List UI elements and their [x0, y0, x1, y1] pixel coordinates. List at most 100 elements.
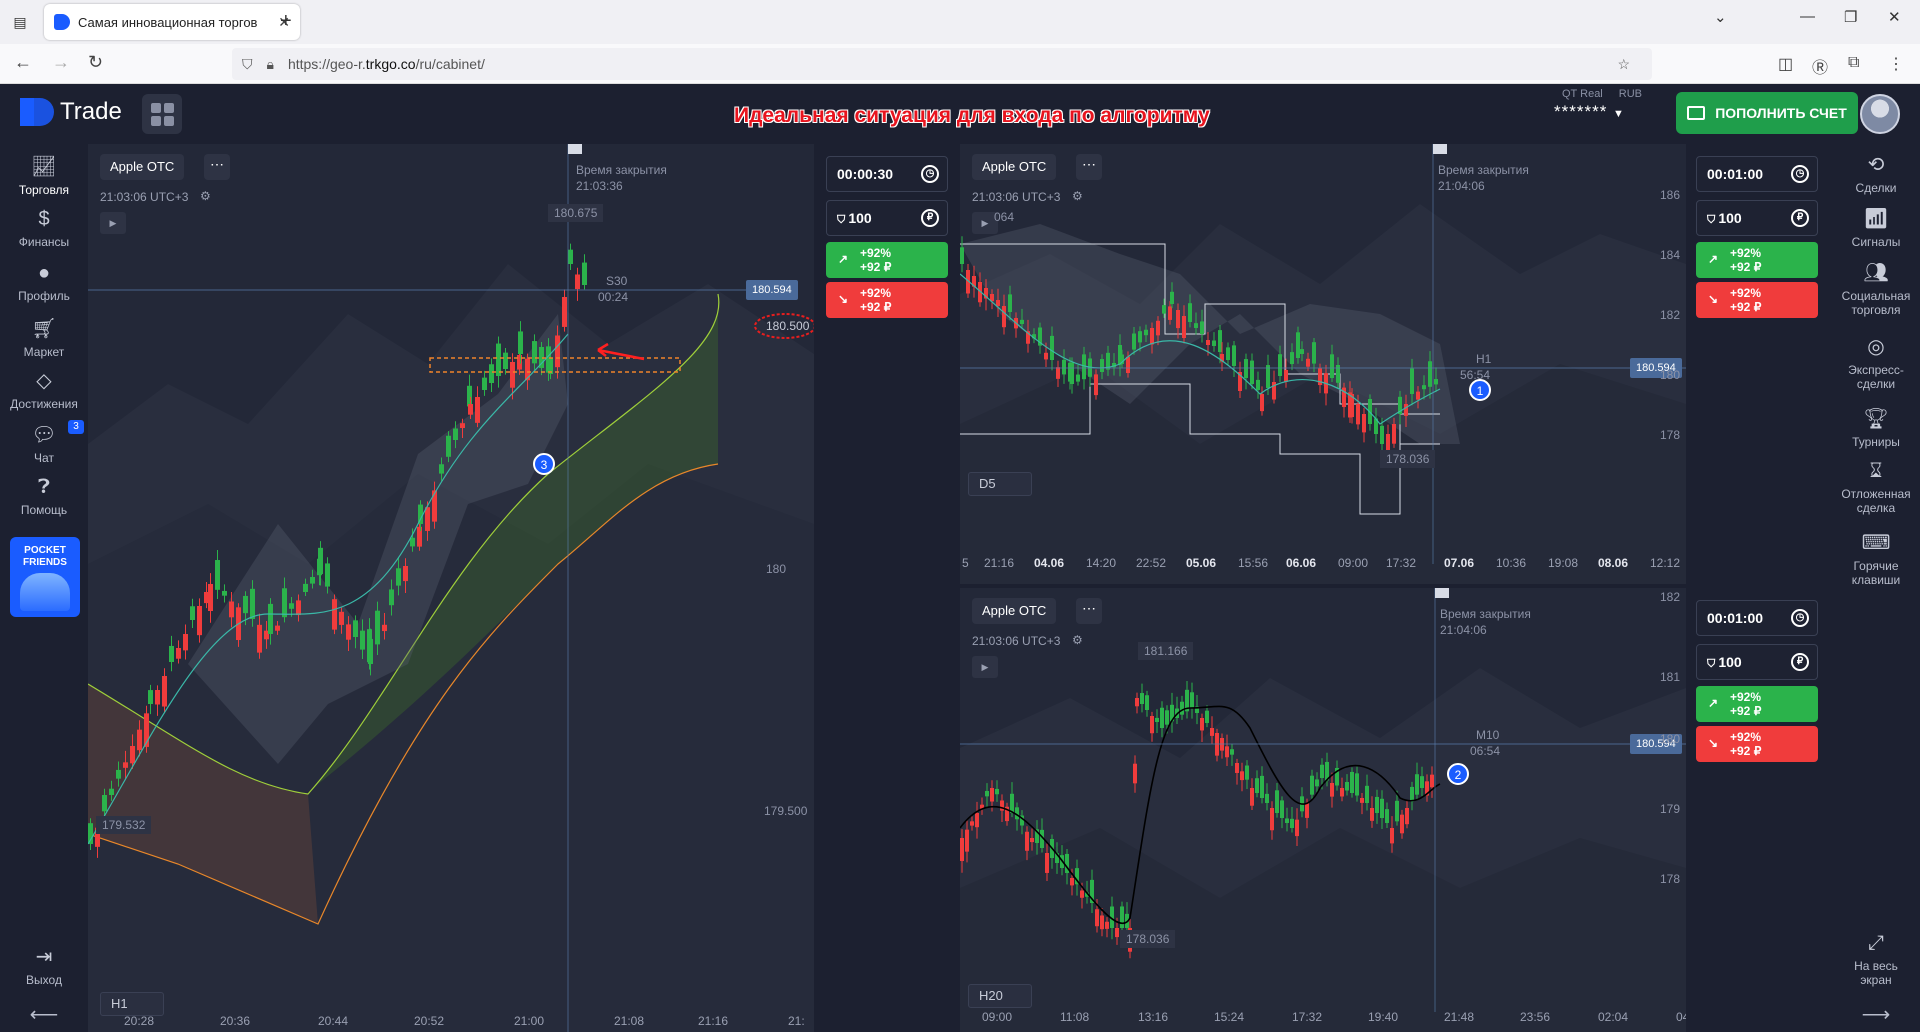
collapse-right-icon[interactable]: ⟶ [1832, 1002, 1920, 1027]
asset-select-button[interactable]: Apple OTC [972, 154, 1057, 180]
pocket-friends-promo[interactable]: POCKET FRIENDS [10, 537, 80, 617]
buy-down-button[interactable]: ↘ +92% +92 ₽ [1696, 282, 1818, 318]
amount-field[interactable]: ⛉ 100 ₽ [1696, 200, 1818, 236]
expiry-timer-field[interactable]: 00:01:00 ◷ [1696, 600, 1818, 636]
x-axis-tick: 19:08 [1548, 556, 1579, 570]
chart-panel-main[interactable]: 3 Apple OTC ⋯ 21:03:06 UTC+3 ⚙ ▶ Время закрыт… [88, 144, 814, 1032]
tab-overflow-icon[interactable]: ⌄ [1714, 8, 1727, 26]
down-payout: +92 ₽ [1730, 300, 1762, 314]
back-icon[interactable]: ← [14, 52, 32, 73]
extensions-icon[interactable]: ⧉ [1848, 54, 1859, 72]
fullscreen-button[interactable]: ⤢ На весь экран [1832, 932, 1920, 987]
url-field[interactable]: ⛉ 🔒︎ https://geo-r. trkgo.co/ru/cabinet/ … [232, 48, 1652, 80]
candle [1275, 790, 1279, 813]
buy-up-button[interactable]: ↗ +92% +92 ₽ [1696, 686, 1818, 722]
sidebar-item-profile[interactable]: ● Профиль [0, 262, 88, 303]
price-axis-tick: 182 [1660, 308, 1681, 322]
expand-toolbar-button[interactable]: ▶ [972, 656, 998, 678]
amount-field[interactable]: ⛉ 100 ₽ [1696, 644, 1818, 680]
profile-r-icon[interactable]: Ⓡ [1812, 54, 1828, 78]
candle [503, 352, 508, 369]
logo-text: Trade [60, 98, 122, 125]
candle [243, 595, 248, 614]
arrow-down-icon: ↘ [1708, 292, 1719, 306]
account-selector[interactable]: QT Real RUB ******* ▼ [1550, 88, 1650, 122]
sidebar-item-social-trading[interactable]: 👥︎ Социальная торговля [1832, 260, 1920, 317]
sidebar-item-trading[interactable]: 📈︎ Торговля [0, 154, 88, 197]
buy-up-button[interactable]: ↗ +92% +92 ₽ [1696, 242, 1818, 278]
pocket-icon[interactable]: ◫ [1778, 54, 1793, 74]
candle [1285, 818, 1289, 823]
menu-icon[interactable]: ⋮ [1888, 54, 1904, 74]
close-window-icon[interactable]: ✕ [1888, 8, 1901, 26]
browser-tab[interactable]: Самая инновационная торгов ✕ [44, 4, 300, 40]
candle [268, 603, 273, 634]
sidebar-item-tournaments[interactable]: 🏆︎ Турниры [1832, 406, 1920, 449]
chart-more-button[interactable]: ⋯ [1076, 154, 1102, 180]
collapse-sidebar-icon[interactable]: ⟵ [0, 1002, 88, 1027]
chart-more-button[interactable]: ⋯ [204, 154, 230, 180]
bookmark-star-icon[interactable]: ☆ [1617, 56, 1630, 73]
reload-icon[interactable]: ↻ [88, 52, 103, 73]
buy-down-button[interactable]: ↘ +92% +92 ₽ [826, 282, 948, 318]
expiry-timer-field[interactable]: 00:00:30 ◷ [826, 156, 948, 192]
chart-canvas[interactable]: 2 [960, 588, 1686, 1032]
settings-icon[interactable]: ⚙ [200, 189, 211, 203]
candle [137, 729, 142, 751]
sidebar-item-achievements[interactable]: ◇ Достижения [0, 368, 88, 411]
sidebar-item-finance[interactable]: $ Финансы [0, 208, 88, 249]
restore-icon[interactable]: ❐ [1844, 8, 1857, 26]
timeframe-button[interactable]: D5 [968, 472, 1032, 496]
candle [1200, 321, 1204, 334]
sidebar-item-express[interactable]: ◎ Экспресс-сделки [1832, 334, 1920, 391]
tab-list-icon[interactable]: ▤ [8, 10, 32, 34]
candle [346, 624, 351, 640]
sidebar-item-chat[interactable]: 💬︎ Чат 3 [0, 420, 88, 465]
new-tab-icon[interactable]: + [280, 10, 292, 33]
shield-icon[interactable]: ⛉ [242, 56, 253, 73]
chart-panel-bottom-right[interactable]: 2 Apple OTC ⋯ 21:03:06 UTC+3 ⚙ ▶ 181.166 Время… [960, 588, 1686, 1032]
candle [1132, 333, 1136, 350]
asset-select-button[interactable]: Apple OTC [972, 598, 1057, 624]
x-axis-tick: 09:00 [982, 1010, 1013, 1024]
forward-icon[interactable]: → [52, 52, 70, 73]
promo-label: POCKET FRIENDS [23, 545, 67, 568]
tab-title: Самая инновационная торгов [78, 14, 258, 30]
candle [1135, 698, 1139, 707]
timeframe-button[interactable]: H20 [968, 984, 1032, 1008]
chart-panel-top-right[interactable]: 1 Apple OTC ⋯ 21:03:06 UTC+3 ⚙ ▶ 064 Время зак… [960, 144, 1686, 584]
x-axis-tick: 17:32 [1292, 1010, 1323, 1024]
chart-more-button[interactable]: ⋯ [1076, 598, 1102, 624]
candle [990, 788, 994, 802]
buy-up-button[interactable]: ↗ +92% +92 ₽ [826, 242, 948, 278]
low-price-label: 179.532 [96, 816, 152, 834]
amount-field[interactable]: ⛉ 100 ₽ [826, 200, 948, 236]
settings-icon[interactable]: ⚙ [1072, 633, 1083, 647]
chart-canvas[interactable]: 3 [88, 144, 814, 1032]
topup-button[interactable]: ПОПОЛНИТЬ СЧЕТ [1676, 92, 1858, 134]
asset-select-button[interactable]: Apple OTC [100, 154, 185, 180]
expand-toolbar-button[interactable]: ▶ [100, 212, 126, 234]
chat-badge: 3 [68, 420, 84, 434]
x-axis-tick: 20:52 [414, 1014, 445, 1028]
expiry-timer-field[interactable]: 00:01:00 ◷ [1696, 156, 1818, 192]
candle [1265, 793, 1269, 803]
sidebar-item-signals[interactable]: 📶︎ Сигналы [1832, 206, 1920, 249]
sidebar-item-help[interactable]: ❓︎ Помощь [0, 476, 88, 517]
settings-icon[interactable]: ⚙ [1072, 189, 1083, 203]
chart-canvas[interactable]: 1 [960, 144, 1686, 584]
avatar[interactable] [1860, 94, 1900, 134]
apps-grid-button[interactable] [142, 94, 182, 134]
sidebar-item-pending[interactable]: ⌛︎ Отложенная сделка [1832, 460, 1920, 515]
logo[interactable]: Trade [20, 98, 122, 126]
timeframe-button[interactable]: H1 [100, 992, 164, 1016]
buy-down-button[interactable]: ↘ +92% +92 ₽ [1696, 726, 1818, 762]
candle [1138, 331, 1142, 343]
up-percent: +92% [860, 246, 892, 260]
site-favicon-icon [54, 14, 70, 30]
sidebar-item-deals[interactable]: ⟲ Сделки [1832, 152, 1920, 195]
sidebar-item-hotkeys[interactable]: ⌨ Горячие клавиши [1832, 530, 1920, 587]
minimize-icon[interactable]: — [1800, 8, 1815, 25]
sidebar-item-market[interactable]: 🛒︎ Маркет [0, 316, 88, 359]
logout-button[interactable]: ⇥ Выход [0, 944, 88, 987]
